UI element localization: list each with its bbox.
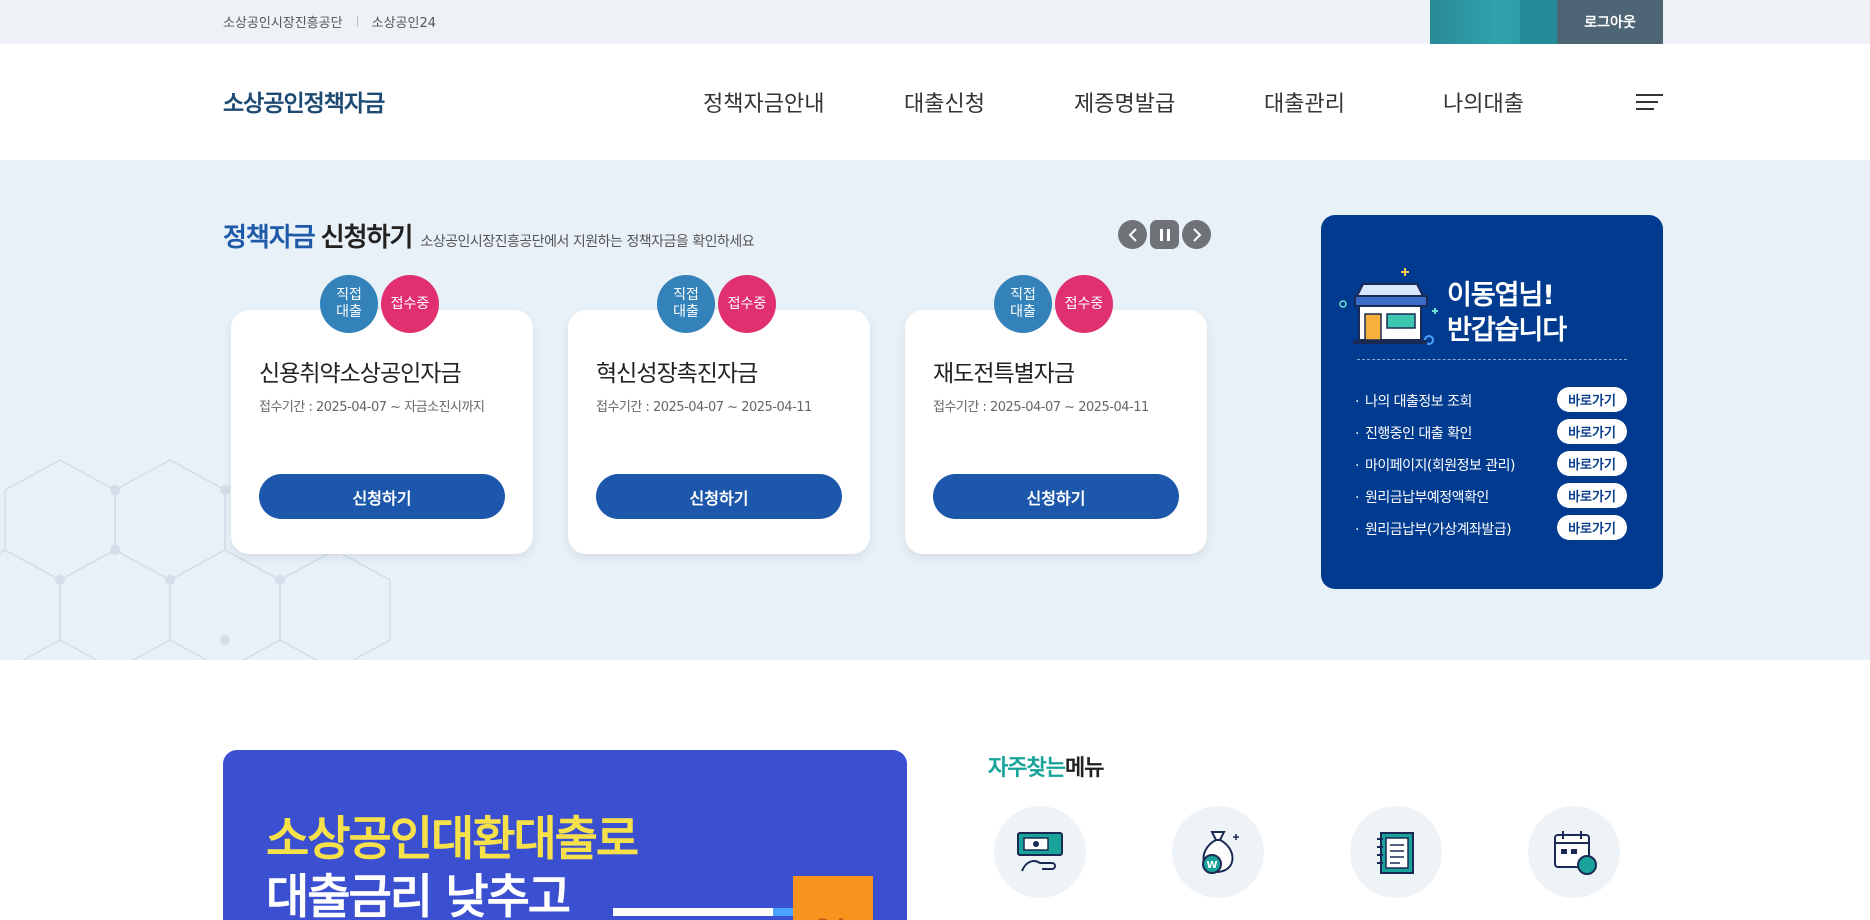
slide-prev-button[interactable]	[1118, 220, 1147, 249]
utility-links: 소상공인시장진흥공단 소상공인24	[223, 12, 436, 31]
loan-type-badge: 직접 대출	[320, 275, 378, 333]
link-sbiz24[interactable]: 소상공인24	[372, 12, 436, 31]
section-subtitle: 소상공인시장진흥공단에서 지원하는 정책자금을 확인하세요	[420, 234, 755, 250]
fund-title: 혁신성장촉진자금	[596, 361, 758, 387]
frequent-menu-item[interactable]	[994, 806, 1086, 898]
pause-icon	[1159, 228, 1170, 241]
loan-type-badge: 직접 대출	[657, 275, 715, 333]
banner-line2: 대출금리 낮추고	[266, 870, 571, 920]
nav-policy-guide[interactable]: 정책자금안내	[703, 86, 824, 118]
top-utility-bar: 소상공인시장진흥공단 소상공인24 로그아웃	[0, 0, 1870, 46]
decorative-tab	[1430, 0, 1557, 46]
go-button-repay-account[interactable]: 바로가기	[1557, 515, 1627, 540]
money-hand-icon	[1017, 832, 1063, 872]
fund-title: 신용취약소상공인자금	[259, 361, 462, 387]
go-button-repay-estimate[interactable]: 바로가기	[1557, 483, 1627, 508]
fund-period: 접수기간 : 2025-04-07 ~ 자금소진시까지	[259, 400, 485, 415]
status-badge: 접수중	[381, 275, 439, 333]
money-bag-icon: W	[1202, 831, 1239, 874]
nav-loan-manage[interactable]: 대출관리	[1264, 86, 1345, 118]
fund-title: 재도전특별자금	[933, 361, 1075, 387]
svg-text:W: W	[1206, 860, 1217, 871]
shop-icon	[1339, 268, 1438, 345]
header: 소상공인정책자금 정책자금안내 대출신청 제증명발급 대출관리 나의대출	[0, 44, 1870, 160]
chevron-left-icon	[1128, 227, 1137, 242]
apply-button[interactable]: 신청하기	[933, 474, 1179, 519]
title-highlight: 정책자금	[223, 223, 316, 253]
go-button-mypage[interactable]: 바로가기	[1557, 451, 1627, 476]
frequent-menu-item[interactable]: W	[1172, 806, 1264, 898]
quick-link-label: 마이페이지(회원정보 관리)	[1355, 455, 1516, 475]
fund-card: 직접 대출 접수중 신용취약소상공인자금 접수기간 : 2025-04-07 ~…	[231, 275, 533, 554]
welcome-panel: 이동엽님! 반갑습니다 나의 대출정보 조회 바로가기 진행중인 대출 확인 바…	[1321, 215, 1663, 589]
promo-banner[interactable]: 소상공인대환대출로 대출금리 낮추고 %	[223, 750, 907, 920]
logout-button[interactable]: 로그아웃	[1557, 0, 1663, 44]
hero-section: 정책자금 신청하기 소상공인시장진흥공단에서 지원하는 정책자금을 확인하세요 …	[0, 160, 1870, 660]
slide-next-button[interactable]	[1182, 220, 1211, 249]
frequent-menu-item[interactable]	[1528, 806, 1620, 898]
apply-button[interactable]: 신청하기	[259, 474, 505, 519]
divider	[1357, 359, 1627, 360]
document-book-icon	[1377, 832, 1414, 874]
go-button-loan-info[interactable]: 바로가기	[1557, 387, 1627, 412]
apply-button[interactable]: 신청하기	[596, 474, 842, 519]
nav-loan-apply[interactable]: 대출신청	[904, 86, 985, 118]
section-title: 정책자금 신청하기 소상공인시장진흥공단에서 지원하는 정책자금을 확인하세요	[223, 217, 755, 254]
link-semas[interactable]: 소상공인시장진흥공단	[223, 12, 343, 31]
fund-period: 접수기간 : 2025-04-07 ~ 2025-04-11	[596, 400, 812, 415]
slide-pause-button[interactable]	[1150, 220, 1179, 249]
frequent-menu-title: 자주찾는메뉴	[988, 756, 1104, 781]
quick-link-label: 원리금납부예정액확인	[1355, 487, 1489, 507]
calendar-icon	[1554, 831, 1597, 875]
menu-icon[interactable]	[1636, 94, 1663, 112]
quick-link-label: 원리금납부(가상계좌발급)	[1355, 519, 1512, 539]
status-badge: 접수중	[1055, 275, 1113, 333]
nav-my-loan[interactable]: 나의대출	[1443, 86, 1524, 118]
fund-period: 접수기간 : 2025-04-07 ~ 2025-04-11	[933, 400, 1149, 415]
percent-graphic: %	[793, 876, 873, 920]
divider	[356, 16, 358, 27]
status-badge: 접수중	[718, 275, 776, 333]
banner-bar-graphic	[613, 908, 793, 916]
title-rest: 신청하기	[320, 223, 414, 253]
fund-card: 직접 대출 접수중 재도전특별자금 접수기간 : 2025-04-07 ~ 20…	[905, 275, 1207, 554]
site-logo[interactable]: 소상공인정책자금	[223, 84, 385, 118]
nav-certificates[interactable]: 제증명발급	[1074, 86, 1175, 118]
greeting: 이동엽님! 반갑습니다	[1447, 280, 1567, 346]
quick-link-label: 진행중인 대출 확인	[1355, 423, 1472, 443]
loan-type-badge: 직접 대출	[994, 275, 1052, 333]
chevron-right-icon	[1192, 227, 1201, 242]
quick-link-label: 나의 대출정보 조회	[1355, 391, 1472, 411]
frequent-menu-item[interactable]	[1350, 806, 1442, 898]
go-button-in-progress[interactable]: 바로가기	[1557, 419, 1627, 444]
fund-card: 직접 대출 접수중 혁신성장촉진자금 접수기간 : 2025-04-07 ~ 2…	[568, 275, 870, 554]
